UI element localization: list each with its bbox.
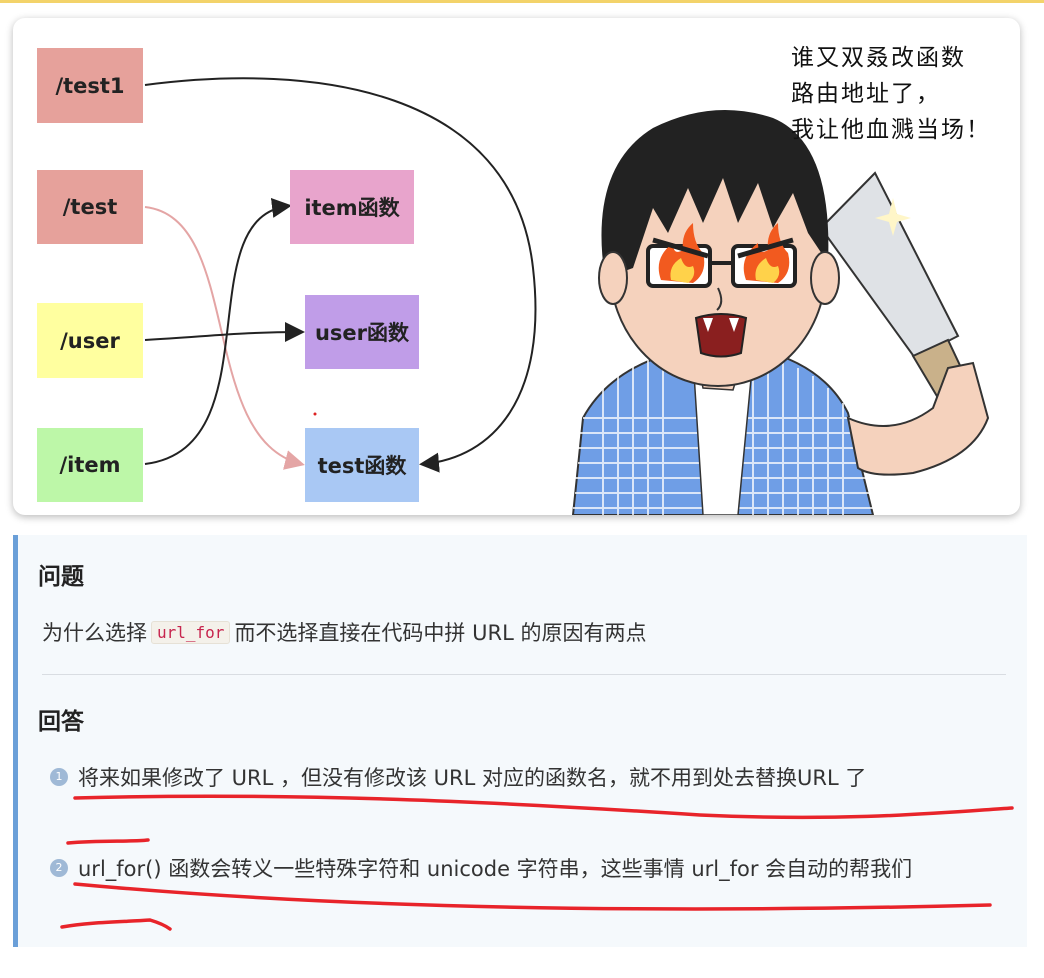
question-prefix: 为什么选择 [42,621,147,645]
answer-text-2: url_for() 函数会转义一些特殊字符和 unicode 字符串，这些事情 … [78,857,913,881]
question-text: 为什么选择 url_for 而不选择直接在代码中拼 URL 的原因有两点 [42,617,646,647]
section-divider [42,674,1006,675]
top-accent-line [0,0,1044,3]
speech-text: 谁又双叒改函数 路由地址了， 我让他血溅当场！ [791,40,991,148]
answer-heading: 回答 [38,709,84,735]
inline-code-url-for: url_for [151,621,231,644]
qa-callout: 问题 为什么选择 url_for 而不选择直接在代码中拼 URL 的原因有两点 回答… [13,535,1027,947]
answer-item-1: 1 将来如果修改了 URL ，但没有修改该 URL 对应的函数名，就不用到处去替… [42,757,1004,799]
question-heading: 问题 [38,564,84,590]
speech-line-2: 路由地址了， [791,81,941,107]
number-badge-2: 2 [50,859,68,877]
routing-illustration-card: /test1 /test /user /item item函数 user函数 t… [13,18,1020,515]
answer-item-2: 2 url_for() 函数会转义一些特殊字符和 unicode 字符串，这些事… [42,848,1004,890]
answer-text-1: 将来如果修改了 URL ，但没有修改该 URL 对应的函数名，就不用到处去替换U… [78,766,867,790]
speech-line-3: 我让他血溅当场！ [791,117,991,143]
speech-line-1: 谁又双叒改函数 [791,45,966,71]
question-suffix: 而不选择直接在代码中拼 URL 的原因有两点 [234,621,647,645]
number-badge-1: 1 [50,768,68,786]
